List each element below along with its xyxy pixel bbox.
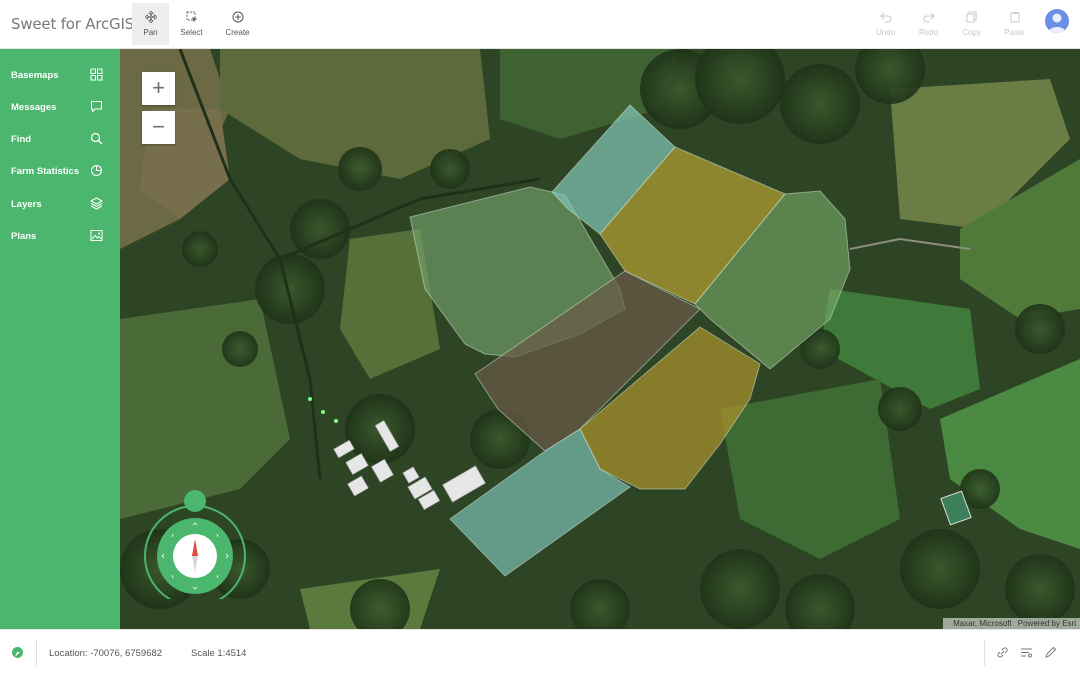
sidebar-item-basemaps[interactable]: Basemaps	[0, 60, 120, 92]
sidebar-item-label: Farm Statistics	[11, 166, 80, 177]
undo-label: Undo	[875, 28, 896, 37]
sidebar-item-farm-statistics[interactable]: Farm Statistics	[0, 156, 120, 188]
satellite-imagery	[120, 49, 1080, 629]
paste-icon	[1010, 12, 1019, 23]
sidebar-item-label: Find	[11, 134, 32, 145]
copy-button[interactable]: Copy	[953, 3, 990, 45]
status-bar: Location: -70076, 6759682 Scale 1:4514	[0, 629, 1080, 675]
top-toolbar: Sweet for ArcGIS Pan Select Create Undo …	[0, 0, 1080, 49]
sidebar-item-label: Plans	[11, 231, 37, 242]
pencil-icon[interactable]	[1044, 646, 1057, 659]
app-title: Sweet for ArcGIS	[11, 15, 135, 33]
pan-tool-label: Pan	[143, 28, 158, 37]
undo-button[interactable]: Undo	[867, 3, 904, 45]
plus-circle-icon	[232, 11, 243, 23]
sidebar-item-messages[interactable]: Messages	[0, 92, 120, 124]
zoom-in-button[interactable]: +	[142, 72, 175, 105]
move-icon	[144, 11, 157, 23]
compass-icon[interactable]	[140, 489, 250, 599]
select-icon	[186, 11, 197, 23]
layers-icon	[90, 197, 103, 210]
location-readout: Location: -70076, 6759682	[49, 648, 163, 659]
search-icon	[90, 132, 103, 145]
copy-label: Copy	[962, 28, 981, 37]
paste-label: Paste	[1004, 28, 1025, 37]
status-divider	[36, 640, 37, 666]
grid-icon	[90, 68, 103, 81]
create-tool-button[interactable]: Create	[219, 3, 256, 45]
sidebar-item-find[interactable]: Find	[0, 124, 120, 156]
pie-chart-icon	[90, 164, 103, 177]
select-tool-label: Select	[180, 28, 203, 37]
sidebar-item-layers[interactable]: Layers	[0, 189, 120, 221]
scale-readout: Scale 1:4514	[191, 648, 247, 659]
create-tool-label: Create	[225, 28, 250, 37]
location-icon[interactable]	[12, 647, 23, 658]
redo-icon	[923, 12, 935, 23]
paste-button[interactable]: Paste	[996, 3, 1033, 45]
sidebar-item-label: Messages	[11, 102, 57, 113]
attribution-source: Maxar, Microsoft	[953, 619, 1012, 628]
redo-button[interactable]: Redo	[910, 3, 947, 45]
filter-list-icon[interactable]	[1020, 646, 1033, 659]
copy-icon	[966, 11, 976, 23]
redo-label: Redo	[918, 28, 939, 37]
sidebar-item-plans[interactable]: Plans	[0, 221, 120, 253]
sidebar: Basemaps Messages Find Farm Statistics L…	[0, 49, 120, 629]
pan-tool-button[interactable]: Pan	[132, 3, 169, 45]
sidebar-item-label: Basemaps	[11, 70, 59, 81]
link-icon[interactable]	[996, 646, 1009, 659]
select-tool-button[interactable]: Select	[173, 3, 210, 45]
attribution-powered-by[interactable]: Powered by Esri	[1018, 619, 1076, 628]
map-attribution: Maxar, Microsoft Powered by Esri	[943, 618, 1080, 629]
message-icon	[91, 101, 102, 113]
sidebar-item-label: Layers	[11, 199, 42, 210]
image-icon	[90, 230, 103, 241]
zoom-out-button[interactable]: −	[142, 111, 175, 144]
undo-icon	[879, 12, 891, 23]
user-avatar-icon[interactable]	[1045, 9, 1069, 33]
status-divider	[984, 640, 985, 666]
map-view[interactable]: + − Maxar, Microsoft Powered by Esri	[120, 49, 1080, 629]
